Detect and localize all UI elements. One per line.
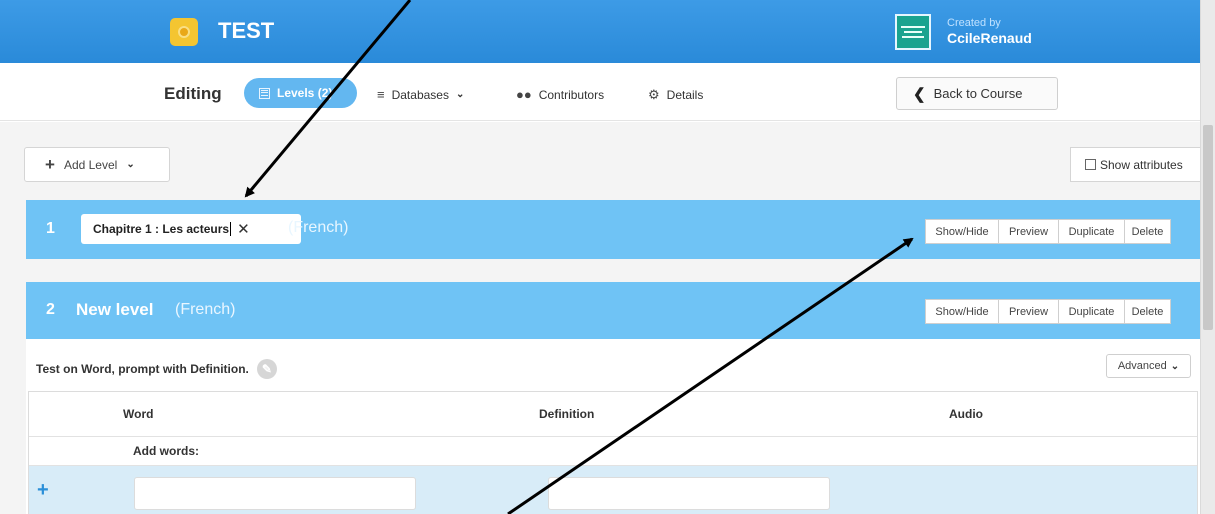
- top-header-bar: TEST Created by CcileRenaud: [0, 0, 1200, 63]
- chevron-down-icon: ⌄: [1170, 360, 1180, 372]
- chevron-left-icon: ❮: [913, 85, 926, 103]
- tab-levels-label: Levels (2): [277, 86, 333, 100]
- level-2-header: 2 New level (French) Show/Hide Preview D…: [26, 282, 1200, 339]
- column-header-definition: Definition: [539, 407, 595, 421]
- add-level-button[interactable]: + Add Level ⌄: [24, 147, 170, 182]
- show-hide-button[interactable]: Show/Hide: [925, 299, 999, 324]
- clear-icon[interactable]: ✕: [237, 220, 250, 238]
- tab-details[interactable]: ⚙ Details: [648, 87, 703, 103]
- advanced-label: Advanced: [1117, 360, 1167, 372]
- level-2-body: Test on Word, prompt with Definition. ✎ …: [26, 339, 1200, 514]
- back-to-course-label: Back to Course: [933, 86, 1023, 101]
- editing-label: Editing: [164, 84, 222, 103]
- level-language: (French): [175, 301, 236, 318]
- course-logo-icon: [170, 18, 198, 46]
- preview-button[interactable]: Preview: [998, 299, 1059, 324]
- level-language: (French): [288, 219, 349, 236]
- tab-contributors[interactable]: ●● Contributors: [516, 87, 604, 102]
- level-number: 1: [46, 220, 55, 237]
- words-table: Word Definition Audio Add words: +: [28, 391, 1198, 514]
- delete-button[interactable]: Delete: [1124, 219, 1171, 244]
- level-name-value: Chapitre 1 : Les acteurs: [93, 222, 230, 236]
- duplicate-button[interactable]: Duplicate: [1058, 219, 1125, 244]
- preview-button[interactable]: Preview: [998, 219, 1059, 244]
- delete-button[interactable]: Delete: [1124, 299, 1171, 324]
- show-hide-button[interactable]: Show/Hide: [925, 219, 999, 244]
- advanced-dropdown[interactable]: Advanced ⌄: [1106, 354, 1191, 378]
- add-word-row: +: [29, 465, 1197, 514]
- add-words-label: Add words:: [133, 444, 199, 458]
- new-definition-input[interactable]: [548, 477, 830, 510]
- level-1-header: 1 Chapitre 1 : Les acteurs ✕ (French) Sh…: [26, 200, 1200, 259]
- tab-details-label: Details: [666, 88, 704, 102]
- duplicate-button[interactable]: Duplicate: [1058, 299, 1125, 324]
- plus-icon: +: [45, 154, 55, 174]
- level-title[interactable]: New level: [76, 300, 154, 320]
- vertical-scrollbar[interactable]: [1200, 0, 1215, 514]
- column-header-audio: Audio: [949, 407, 983, 421]
- text-cursor: [230, 222, 232, 236]
- chevron-down-icon: ⌄: [455, 89, 465, 100]
- level-1-actions: Show/Hide Preview Duplicate Delete: [925, 219, 1171, 244]
- divider: [29, 436, 1197, 437]
- column-header-word: Word: [123, 407, 154, 421]
- course-title[interactable]: TEST: [218, 18, 274, 44]
- editing-nav-bar: Editing Levels (2) ≡ Databases ⌄ ●● Cont…: [0, 63, 1200, 121]
- test-description: Test on Word, prompt with Definition. ✎: [36, 359, 277, 379]
- tab-levels[interactable]: Levels (2): [244, 78, 357, 108]
- level-2-actions: Show/Hide Preview Duplicate Delete: [925, 299, 1171, 324]
- creator-avatar[interactable]: [895, 14, 931, 50]
- tab-databases-label: Databases: [391, 87, 449, 102]
- hamburger-icon: ≡: [377, 87, 385, 102]
- show-attributes-checkbox[interactable]: [1085, 159, 1096, 170]
- tab-databases[interactable]: ≡ Databases ⌄: [377, 87, 464, 102]
- add-row-plus-icon[interactable]: +: [37, 479, 49, 502]
- created-by-label: Created by: [947, 17, 1001, 29]
- test-description-text: Test on Word, prompt with Definition.: [36, 362, 249, 376]
- scrollbar-thumb[interactable]: [1203, 125, 1213, 330]
- gear-icon: ⚙: [648, 87, 660, 102]
- add-level-label: Add Level: [63, 157, 118, 172]
- back-to-course-button[interactable]: ❮ Back to Course: [896, 77, 1058, 110]
- show-attributes-label: Show attributes: [1100, 157, 1183, 172]
- list-icon: [259, 87, 270, 99]
- level-number: 2: [46, 301, 55, 318]
- pencil-icon[interactable]: ✎: [256, 359, 277, 379]
- chevron-down-icon: ⌄: [126, 159, 135, 170]
- level-name-input[interactable]: Chapitre 1 : Les acteurs ✕: [81, 214, 301, 244]
- people-icon: ●●: [516, 87, 532, 102]
- new-word-input[interactable]: [134, 477, 416, 510]
- creator-name-link[interactable]: CcileRenaud: [947, 30, 1032, 46]
- tab-contributors-label: Contributors: [538, 87, 605, 102]
- show-attributes-toggle[interactable]: Show attributes: [1070, 147, 1200, 182]
